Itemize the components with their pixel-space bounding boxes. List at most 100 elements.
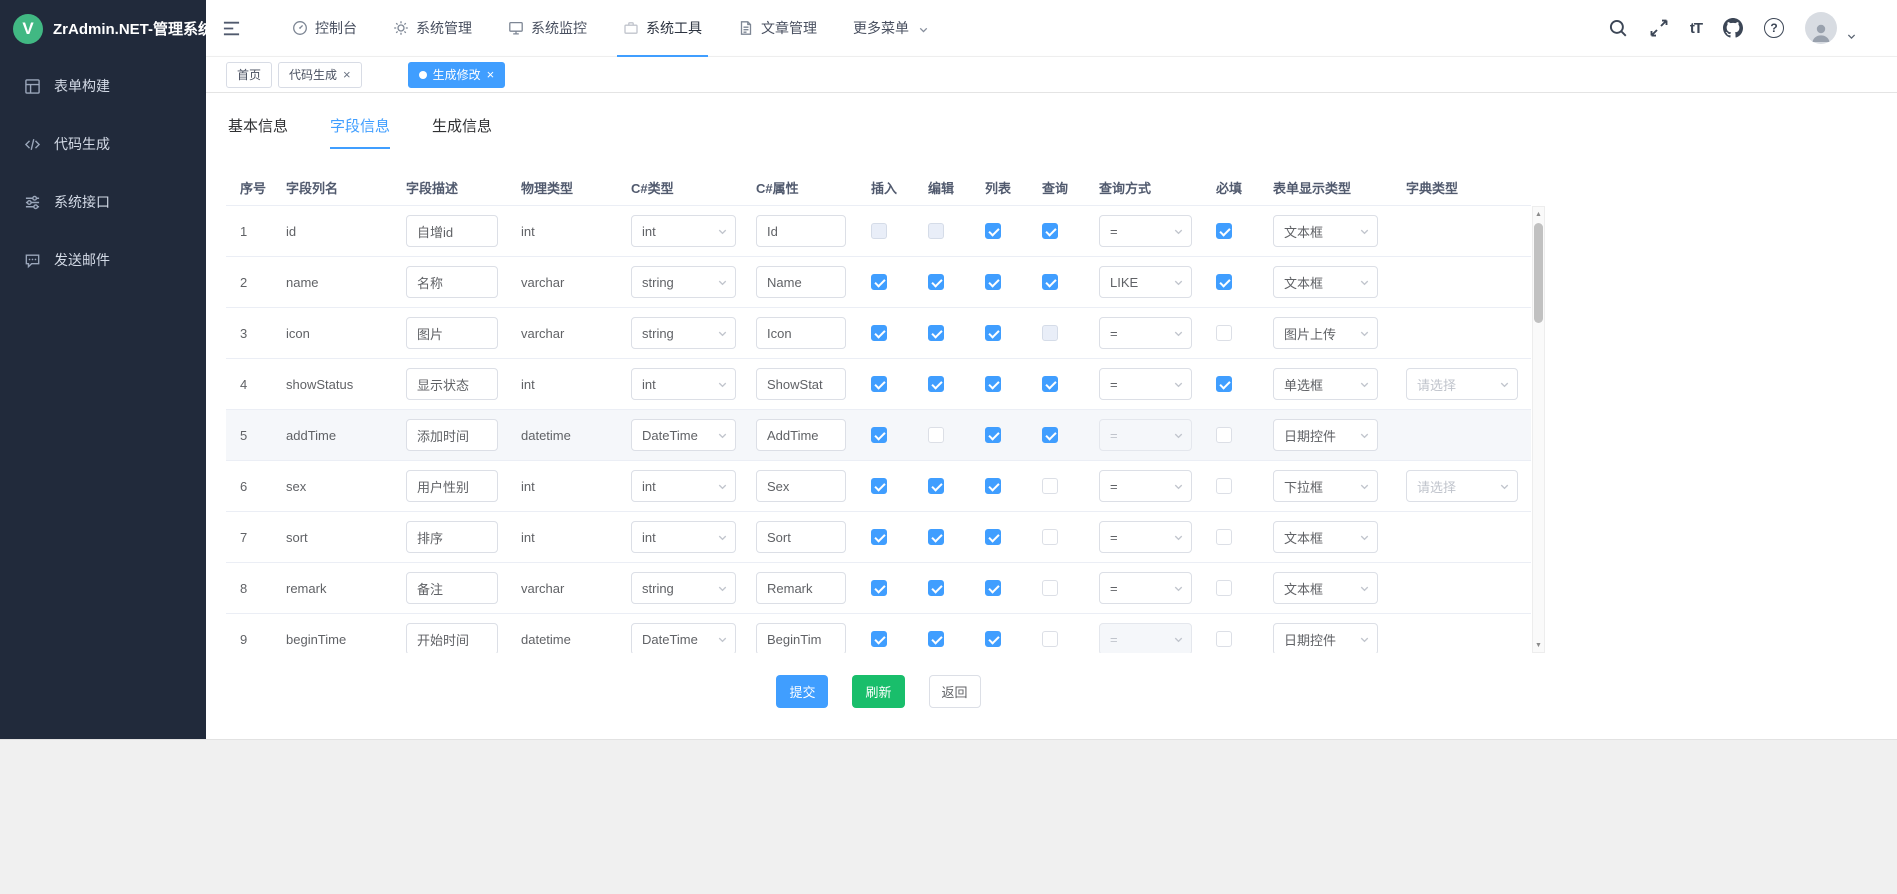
description-input[interactable]: [406, 215, 498, 247]
description-input[interactable]: [406, 419, 498, 451]
close-icon[interactable]: ×: [487, 68, 495, 81]
description-input[interactable]: [406, 470, 498, 502]
query-type-select[interactable]: =: [1099, 470, 1192, 502]
edit-checkbox[interactable]: [928, 478, 944, 494]
list-checkbox[interactable]: [985, 274, 1001, 290]
csharp-property-input[interactable]: [756, 266, 846, 298]
nav-item-more-menu[interactable]: 更多菜单: [853, 0, 930, 57]
query-checkbox[interactable]: [1042, 529, 1058, 545]
nav-item-article-manage[interactable]: 文章管理: [738, 0, 817, 57]
csharp-property-input[interactable]: [756, 623, 846, 653]
insert-checkbox[interactable]: [871, 580, 887, 596]
hamburger-icon[interactable]: [221, 18, 242, 39]
csharp-property-input[interactable]: [756, 572, 846, 604]
back-button[interactable]: 返回: [929, 675, 981, 708]
insert-checkbox[interactable]: [871, 427, 887, 443]
tab-generate-info[interactable]: 生成信息: [432, 115, 492, 149]
refresh-button[interactable]: 刷新: [852, 675, 904, 708]
scrollbar-thumb[interactable]: [1534, 223, 1543, 323]
sidebar-item-code-gen[interactable]: 代码生成: [0, 115, 206, 173]
list-checkbox[interactable]: [985, 580, 1001, 596]
list-checkbox[interactable]: [985, 478, 1001, 494]
nav-item-console[interactable]: 控制台: [292, 0, 357, 57]
display-type-select[interactable]: 下拉框: [1273, 470, 1378, 502]
edit-checkbox[interactable]: [928, 580, 944, 596]
list-checkbox[interactable]: [985, 529, 1001, 545]
csharp-type-select[interactable]: string: [631, 317, 736, 349]
list-checkbox[interactable]: [985, 223, 1001, 239]
edit-checkbox[interactable]: [928, 427, 944, 443]
query-checkbox[interactable]: [1042, 274, 1058, 290]
search-icon[interactable]: [1608, 18, 1628, 38]
github-icon[interactable]: [1723, 18, 1743, 38]
insert-checkbox[interactable]: [871, 478, 887, 494]
sidebar-item-send-mail[interactable]: 发送邮件: [0, 231, 206, 289]
query-checkbox[interactable]: [1042, 223, 1058, 239]
scroll-down-icon[interactable]: ▼: [1532, 638, 1545, 652]
display-type-select[interactable]: 图片上传: [1273, 317, 1378, 349]
help-icon[interactable]: ?: [1764, 18, 1784, 38]
list-checkbox[interactable]: [985, 631, 1001, 647]
description-input[interactable]: [406, 368, 498, 400]
csharp-type-select[interactable]: string: [631, 266, 736, 298]
csharp-type-select[interactable]: int: [631, 470, 736, 502]
required-checkbox[interactable]: [1216, 478, 1232, 494]
dict-type-select[interactable]: 请选择: [1406, 368, 1518, 400]
display-type-select[interactable]: 文本框: [1273, 521, 1378, 553]
csharp-property-input[interactable]: [756, 317, 846, 349]
tag-code-generation[interactable]: 代码生成 ×: [278, 62, 362, 88]
query-checkbox[interactable]: [1042, 580, 1058, 596]
query-type-select[interactable]: =: [1099, 317, 1192, 349]
edit-checkbox[interactable]: [928, 376, 944, 392]
submit-button[interactable]: 提交: [776, 675, 828, 708]
description-input[interactable]: [406, 521, 498, 553]
description-input[interactable]: [406, 623, 498, 653]
edit-checkbox[interactable]: [928, 274, 944, 290]
insert-checkbox[interactable]: [871, 631, 887, 647]
close-icon[interactable]: ×: [343, 68, 351, 81]
nav-item-system-tools[interactable]: 系统工具: [623, 0, 702, 57]
display-type-select[interactable]: 日期控件: [1273, 419, 1378, 451]
csharp-property-input[interactable]: [756, 215, 846, 247]
nav-item-system-manage[interactable]: 系统管理: [393, 0, 472, 57]
description-input[interactable]: [406, 572, 498, 604]
required-checkbox[interactable]: [1216, 580, 1232, 596]
nav-item-system-monitor[interactable]: 系统监控: [508, 0, 587, 57]
edit-checkbox[interactable]: [928, 325, 944, 341]
required-checkbox[interactable]: [1216, 529, 1232, 545]
query-checkbox[interactable]: [1042, 631, 1058, 647]
display-type-select[interactable]: 文本框: [1273, 572, 1378, 604]
csharp-property-input[interactable]: [756, 521, 846, 553]
csharp-type-select[interactable]: DateTime: [631, 623, 736, 653]
csharp-property-input[interactable]: [756, 470, 846, 502]
list-checkbox[interactable]: [985, 376, 1001, 392]
query-type-select[interactable]: =: [1099, 215, 1192, 247]
description-input[interactable]: [406, 266, 498, 298]
description-input[interactable]: [406, 317, 498, 349]
required-checkbox[interactable]: [1216, 376, 1232, 392]
query-checkbox[interactable]: [1042, 376, 1058, 392]
required-checkbox[interactable]: [1216, 223, 1232, 239]
edit-checkbox[interactable]: [928, 631, 944, 647]
font-size-icon[interactable]: tT: [1690, 20, 1702, 37]
tab-field-info[interactable]: 字段信息: [330, 115, 390, 149]
sidebar-item-system-api[interactable]: 系统接口: [0, 173, 206, 231]
query-checkbox[interactable]: [1042, 427, 1058, 443]
insert-checkbox[interactable]: [871, 274, 887, 290]
dict-type-select[interactable]: 请选择: [1406, 470, 1518, 502]
scroll-up-icon[interactable]: ▲: [1532, 207, 1545, 221]
csharp-type-select[interactable]: int: [631, 521, 736, 553]
tag-home[interactable]: 首页: [226, 62, 272, 88]
display-type-select[interactable]: 文本框: [1273, 215, 1378, 247]
sidebar-item-form-builder[interactable]: 表单构建: [0, 57, 206, 115]
tag-generate-edit[interactable]: 生成修改 ×: [408, 62, 506, 88]
csharp-type-select[interactable]: int: [631, 368, 736, 400]
required-checkbox[interactable]: [1216, 427, 1232, 443]
csharp-property-input[interactable]: [756, 368, 846, 400]
csharp-type-select[interactable]: string: [631, 572, 736, 604]
edit-checkbox[interactable]: [928, 529, 944, 545]
csharp-type-select[interactable]: int: [631, 215, 736, 247]
query-type-select[interactable]: =: [1099, 521, 1192, 553]
list-checkbox[interactable]: [985, 427, 1001, 443]
insert-checkbox[interactable]: [871, 325, 887, 341]
